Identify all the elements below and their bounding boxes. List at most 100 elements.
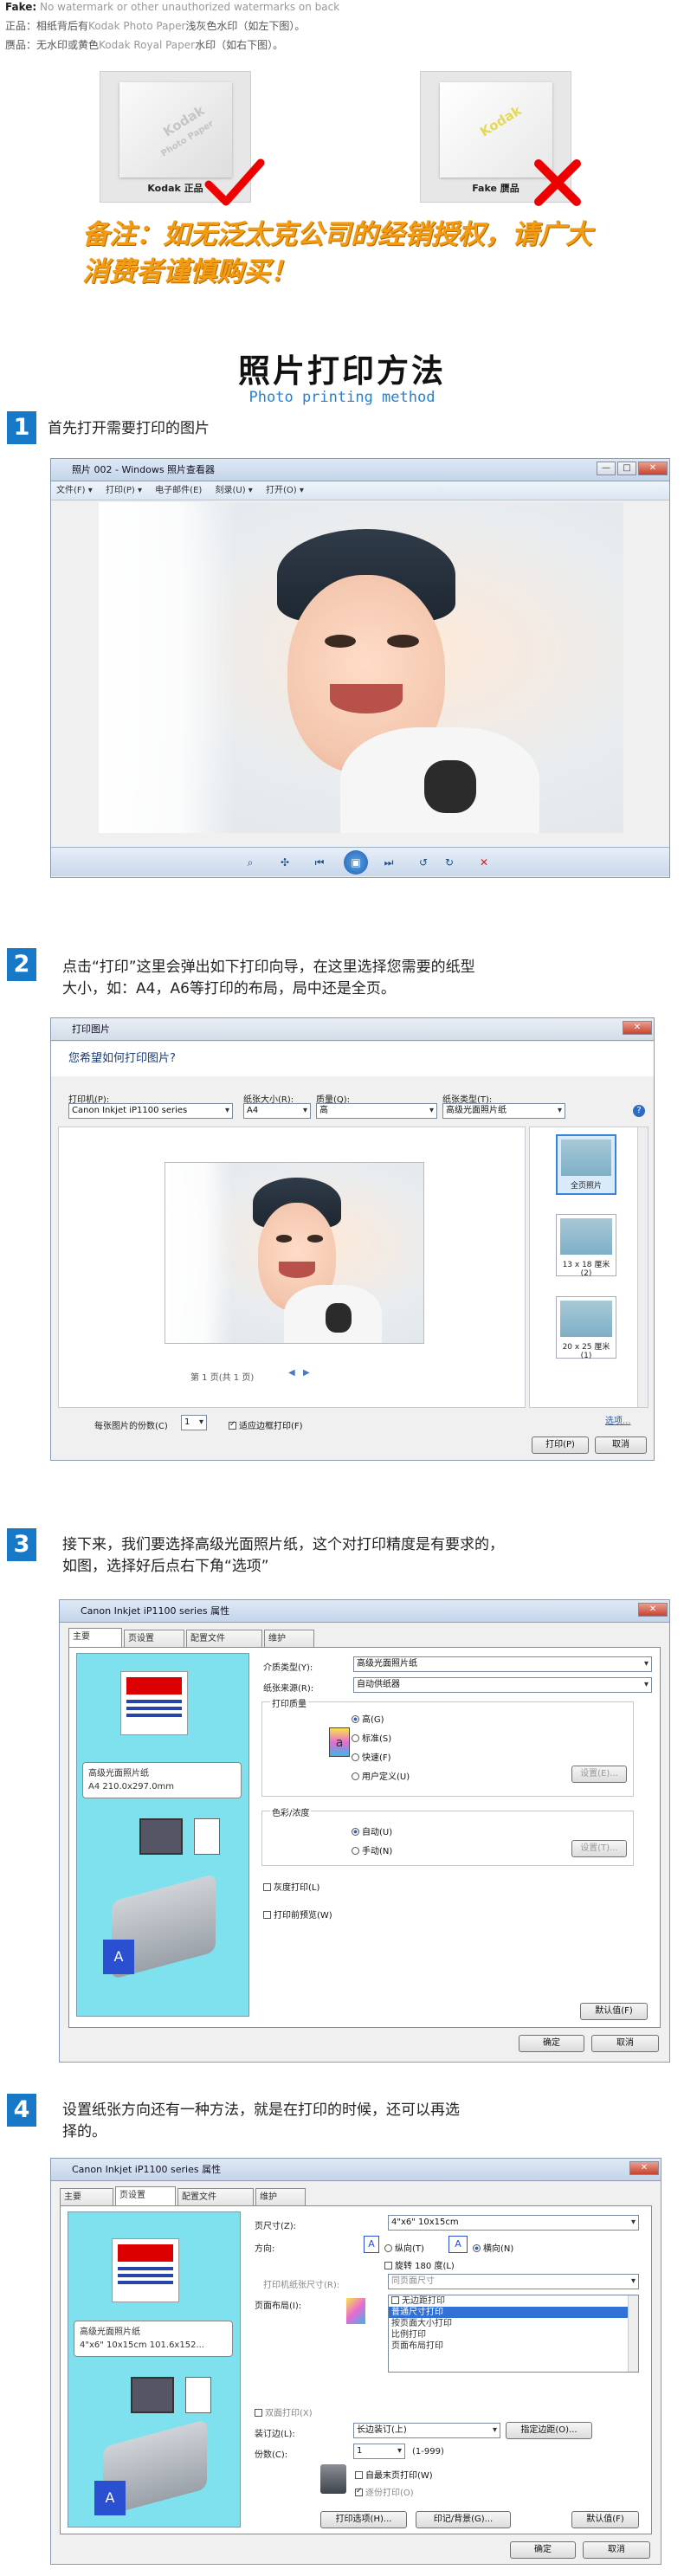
tab-maintenance-2[interactable]: 维护 [255, 2188, 306, 2205]
layout-scrollbar[interactable] [637, 1127, 648, 1407]
quality-group-title: 打印质量 [270, 1696, 308, 1709]
step-3-text-2: 如图，选择好后点右下角“选项” [62, 1558, 269, 1575]
rotate-180-checkbox[interactable]: 旋转 180 度(L) [384, 2258, 455, 2271]
paper-source-select[interactable]: 自动供纸器 [353, 1677, 652, 1693]
main-cancel-button[interactable]: 取消 [591, 2035, 659, 2052]
quality-custom-radio[interactable]: 用户定义(U) [352, 1769, 410, 1782]
quality-icon: a [329, 1727, 350, 1757]
layout-option[interactable]: 页面布局打印 [389, 2340, 638, 2352]
print-button[interactable]: 打印(P) [532, 1436, 589, 1454]
paper-type-select[interactable]: 高级光面照片纸 [442, 1103, 565, 1119]
page-layout-label: 页面布局(I): [255, 2302, 302, 2311]
minimize-button[interactable]: — [597, 462, 616, 475]
quality-high-radio[interactable]: 高(G) [352, 1712, 384, 1725]
printer-paper-size-select[interactable]: 同页面尺寸 [388, 2274, 639, 2289]
menu-file[interactable]: 文件(F) ▾ [51, 481, 98, 500]
fake-paper-sample: Kodak Fake 赝品 [420, 71, 581, 206]
print-options-button[interactable]: 打印选项(H)... [320, 2511, 407, 2528]
delete-icon[interactable]: ✕ [475, 855, 493, 870]
binding-select[interactable]: 长边装订(上) [353, 2423, 500, 2438]
paper-info-box-2: 高级光面照片纸 4"x6" 10x15cm 101.6x152... [74, 2321, 233, 2357]
page-nav-prev-icon[interactable]: ◀ [288, 1368, 295, 1378]
menu-burn[interactable]: 刻录(U) ▾ [210, 481, 257, 500]
layout-20x25[interactable]: 20 x 25 厘米 (1) [556, 1296, 616, 1360]
fit-frame-checkbox[interactable]: 适应边框打印(F) [229, 1418, 303, 1431]
page-defaults-button[interactable]: 默认值(F) [571, 2511, 639, 2528]
print-dialog-close[interactable]: ✕ [623, 1021, 652, 1035]
fit-icon[interactable]: ✣ [276, 855, 294, 870]
paper-size-select[interactable]: A4 [243, 1103, 311, 1119]
printer-properties-main: Canon Inkjet iP1100 series 属性 ✕ 主要 页设置 配… [59, 1599, 670, 2063]
quality-select[interactable]: 高 [316, 1103, 437, 1119]
color-manual-radio[interactable]: 手动(N) [352, 1843, 392, 1856]
fake-note-line-2: 正品：相纸背后有Kodak Photo Paper浅灰色水印（如左下图）。 [5, 20, 306, 32]
main-ok-button[interactable]: 确定 [519, 2035, 584, 2052]
landscape-radio[interactable]: 横向(N) [473, 2241, 513, 2254]
previous-icon[interactable]: ⏮ [311, 855, 328, 870]
options-link[interactable]: 选项... [605, 1413, 631, 1426]
tab-main[interactable]: 主要 [68, 1628, 122, 1647]
quality-settings-button[interactable]: 设置(E)... [571, 1766, 627, 1783]
slideshow-icon[interactable]: ▣ [344, 850, 368, 875]
maximize-button[interactable]: □ [617, 462, 636, 475]
print-preview-checkbox[interactable]: 打印前预览(W) [263, 1908, 332, 1921]
help-icon[interactable]: ? [633, 1105, 645, 1117]
layout-13x18[interactable]: 13 x 18 厘米 (2) [556, 1214, 616, 1278]
paper-sheet-icon-2 [185, 2377, 211, 2413]
page-ok-button[interactable]: 确定 [510, 2541, 576, 2559]
props-page-panel: 高级光面照片纸 4"x6" 10x15cm 101.6x152... A 页尺寸… [60, 2205, 652, 2534]
stamp-background-button[interactable]: 印记/背景(G)... [416, 2511, 511, 2528]
margin-button[interactable]: 指定边距(O)... [506, 2422, 592, 2439]
zoom-icon[interactable]: ⌕ [242, 855, 259, 870]
close-button[interactable]: ✕ [638, 462, 668, 475]
duplex-checkbox[interactable]: 双面打印(X) [255, 2405, 313, 2418]
color-settings-button[interactable]: 设置(T)... [571, 1840, 627, 1857]
next-icon[interactable]: ⏭ [380, 855, 397, 870]
layout-full-page[interactable]: 全页照片 [556, 1134, 616, 1195]
copies-stepper-2[interactable]: 1 [353, 2444, 405, 2459]
page-size-select[interactable]: 4"x6" 10x15cm [388, 2215, 639, 2231]
viewer-titlebar: 照片 002 - Windows 照片查看器 — □ ✕ [51, 459, 669, 481]
media-type-select[interactable]: 高级光面照片纸 [353, 1656, 652, 1672]
props-page-close[interactable]: ✕ [629, 2161, 659, 2175]
page-title: 照片打印方法 [238, 352, 446, 390]
collate-checkbox[interactable]: 逐份打印(O) [355, 2485, 414, 2498]
printer-tray-icon-2 [131, 2377, 174, 2413]
main-defaults-button[interactable]: 默认值(F) [580, 2003, 648, 2020]
tab-main-2[interactable]: 主要 [60, 2188, 113, 2205]
layout-option[interactable]: 按页面大小打印 [389, 2318, 638, 2329]
copies-stepper[interactable]: 1 [181, 1415, 207, 1430]
page-nav-next-icon[interactable]: ▶ [303, 1368, 310, 1378]
quality-standard-radio[interactable]: 标准(S) [352, 1731, 391, 1744]
printer-tray-icon [139, 1818, 183, 1855]
print-preview-area: 第 1 页(共 1 页) ◀ ▶ [58, 1127, 526, 1408]
tab-maintenance[interactable]: 维护 [264, 1630, 314, 1647]
print-last-page-first-checkbox[interactable]: 自最末页打印(W) [355, 2468, 433, 2481]
print-cancel-button[interactable]: 取消 [595, 1436, 647, 1454]
layout-option[interactable]: 无边距打印 [389, 2295, 638, 2307]
copies-label-2: 份数(C): [255, 2450, 288, 2460]
page-cancel-button[interactable]: 取消 [583, 2541, 650, 2559]
quality-fast-radio[interactable]: 快速(F) [352, 1750, 391, 1763]
layout-option[interactable]: 比例打印 [389, 2329, 638, 2340]
rotate-right-icon[interactable]: ↻ [441, 855, 458, 870]
step-2-number: 2 [7, 948, 36, 981]
step-3-text-1: 接下来，我们要选择高级光面照片纸，这个对打印精度是有要求的， [62, 1536, 504, 1553]
layout-option-selected[interactable]: 普通尺寸打印 [389, 2307, 638, 2318]
tab-page-setup[interactable]: 页设置 [124, 1630, 184, 1647]
tab-profiles[interactable]: 配置文件 [186, 1630, 262, 1647]
page-info: 第 1 页(共 1 页) [190, 1373, 255, 1383]
tab-page-setup-2[interactable]: 页设置 [115, 2186, 176, 2205]
layout-list-scrollbar[interactable] [628, 2295, 638, 2372]
menu-open[interactable]: 打开(O) ▾ [261, 481, 309, 500]
menu-email[interactable]: 电子邮件(E) [150, 481, 207, 500]
printer-select[interactable]: Canon Inkjet iP1100 series [68, 1103, 233, 1119]
tab-profiles-2[interactable]: 配置文件 [177, 2188, 254, 2205]
rotate-left-icon[interactable]: ↺ [415, 855, 432, 870]
page-preview-icon [120, 1671, 188, 1735]
menu-print[interactable]: 打印(P) ▾ [100, 481, 147, 500]
portrait-radio[interactable]: 纵向(T) [384, 2241, 424, 2254]
props-main-close[interactable]: ✕ [638, 1603, 668, 1617]
color-auto-radio[interactable]: 自动(U) [352, 1824, 392, 1837]
grayscale-checkbox[interactable]: 灰度打印(L) [263, 1880, 319, 1893]
